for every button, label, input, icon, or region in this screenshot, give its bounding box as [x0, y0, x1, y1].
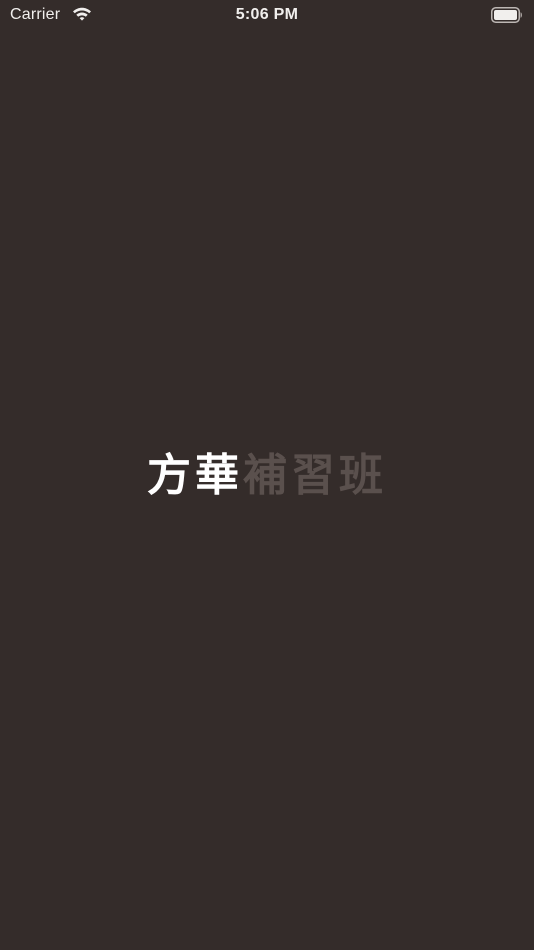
battery-icon	[491, 7, 522, 23]
splash-title: 方華補習班	[0, 451, 534, 501]
status-bar: Carrier 5:06 PM	[0, 0, 534, 30]
title-secondary-text: 補習班	[243, 450, 387, 501]
status-time: 5:06 PM	[235, 6, 299, 23]
splash-screen: Carrier 5:06 PM 方華補習班	[0, 0, 534, 950]
title-primary-text: 方華	[147, 450, 243, 501]
